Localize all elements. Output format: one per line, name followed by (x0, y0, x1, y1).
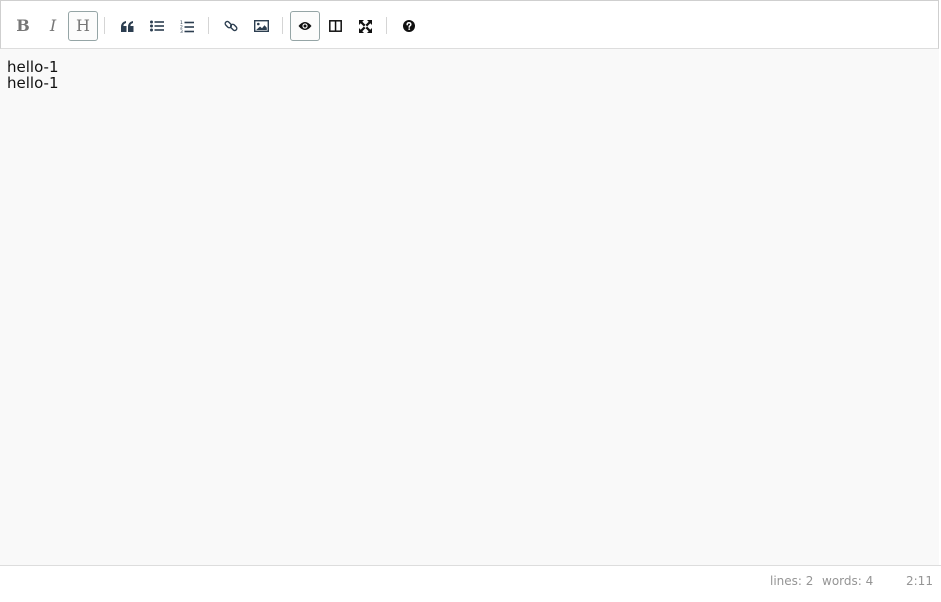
side-by-side-button[interactable] (320, 11, 350, 41)
italic-button[interactable]: I (38, 11, 68, 41)
guide-button[interactable] (394, 11, 424, 41)
image-button[interactable] (246, 11, 276, 41)
heading-button[interactable]: H (68, 11, 98, 41)
svg-text:3: 3 (180, 29, 183, 33)
line-count: lines: 2 (770, 574, 814, 588)
bold-button[interactable]: B (8, 11, 38, 41)
unordered-list-icon (150, 20, 164, 32)
word-count: words: 4 (822, 574, 874, 588)
columns-icon (328, 20, 342, 32)
eye-icon (298, 21, 312, 31)
fullscreen-icon (358, 19, 372, 33)
help-icon (403, 20, 415, 32)
bold-icon: B (16, 16, 30, 35)
toolbar-separator (104, 17, 105, 34)
ordered-list-button[interactable]: 1 2 3 (172, 11, 202, 41)
image-icon (253, 20, 269, 32)
fullscreen-button[interactable] (350, 11, 380, 41)
ordered-list-icon: 1 2 3 (180, 20, 194, 33)
quote-icon (120, 20, 134, 32)
toolbar-separator (386, 17, 387, 34)
italic-icon: I (49, 16, 57, 35)
heading-icon: H (76, 16, 90, 35)
toolbar-separator (208, 17, 209, 34)
editor-text-area[interactable]: hello-1 hello-1 (0, 49, 941, 565)
preview-button[interactable] (290, 11, 320, 41)
link-button[interactable] (216, 11, 246, 41)
cursor-position: 2:11 (906, 574, 933, 588)
link-icon (224, 19, 238, 33)
markdown-editor: B I H 1 2 3 hello-1 hello-1 lines: 2 wor… (0, 0, 941, 602)
editor-line: hello-1 (7, 58, 59, 76)
editor-statusbar: lines: 2 words: 4 2:11 (0, 565, 941, 602)
quote-button[interactable] (112, 11, 142, 41)
unordered-list-button[interactable] (142, 11, 172, 41)
editor-toolbar: B I H 1 2 3 (0, 0, 939, 49)
editor-line: hello-1 (7, 74, 59, 92)
toolbar-separator (282, 17, 283, 34)
